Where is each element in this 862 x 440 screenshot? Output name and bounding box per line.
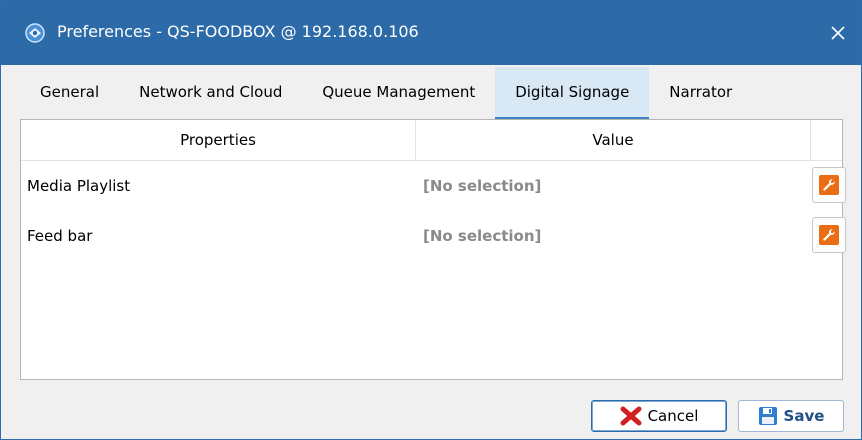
tab-network-and-cloud[interactable]: Network and Cloud bbox=[119, 67, 302, 119]
cancel-label: Cancel bbox=[647, 407, 699, 425]
tab-queue-management[interactable]: Queue Management bbox=[302, 67, 495, 119]
property-name: Feed bar bbox=[27, 227, 93, 245]
tab-label: Digital Signage bbox=[515, 83, 630, 101]
wrench-icon bbox=[819, 225, 839, 245]
tab-label: Network and Cloud bbox=[139, 83, 283, 101]
tab-digital-signage[interactable]: Digital Signage bbox=[495, 67, 650, 119]
wrench-icon bbox=[819, 175, 839, 195]
cancel-button[interactable]: Cancel bbox=[591, 400, 727, 432]
property-value: [No selection] bbox=[423, 177, 542, 195]
floppy-disk-icon bbox=[758, 407, 777, 425]
column-header-value[interactable]: Value bbox=[416, 120, 811, 160]
column-header-properties[interactable]: Properties bbox=[21, 120, 416, 160]
close-icon bbox=[831, 26, 845, 40]
close-button[interactable] bbox=[815, 1, 861, 65]
app-logo-icon bbox=[25, 23, 45, 43]
grid-header: Properties Value bbox=[21, 120, 842, 161]
tab-label: Queue Management bbox=[322, 83, 476, 101]
tab-label: Narrator bbox=[669, 83, 733, 101]
save-button[interactable]: Save bbox=[738, 400, 844, 432]
preferences-window: Preferences - QS-FOODBOX @ 192.168.0.106… bbox=[0, 0, 862, 440]
title-bar[interactable]: Preferences - QS-FOODBOX @ 192.168.0.106 bbox=[1, 1, 861, 65]
property-value: [No selection] bbox=[423, 227, 542, 245]
edit-media-playlist-button[interactable] bbox=[812, 167, 846, 203]
save-label: Save bbox=[783, 407, 825, 425]
table-row[interactable]: Feed bar [No selection] bbox=[21, 211, 846, 261]
property-name: Media Playlist bbox=[27, 177, 131, 195]
properties-grid: Properties Value Media Playlist [No sele… bbox=[20, 119, 846, 380]
tab-label: General bbox=[40, 83, 100, 101]
tab-general[interactable]: General bbox=[20, 67, 119, 119]
table-row[interactable]: Media Playlist [No selection] bbox=[21, 161, 846, 211]
edit-feed-bar-button[interactable] bbox=[812, 217, 846, 253]
column-header-actions bbox=[811, 120, 842, 160]
tab-strip: General Network and Cloud Queue Manageme… bbox=[20, 67, 752, 119]
window-title: Preferences - QS-FOODBOX @ 192.168.0.106 bbox=[57, 22, 419, 41]
cancel-x-icon bbox=[620, 406, 642, 426]
tab-narrator[interactable]: Narrator bbox=[649, 67, 752, 119]
